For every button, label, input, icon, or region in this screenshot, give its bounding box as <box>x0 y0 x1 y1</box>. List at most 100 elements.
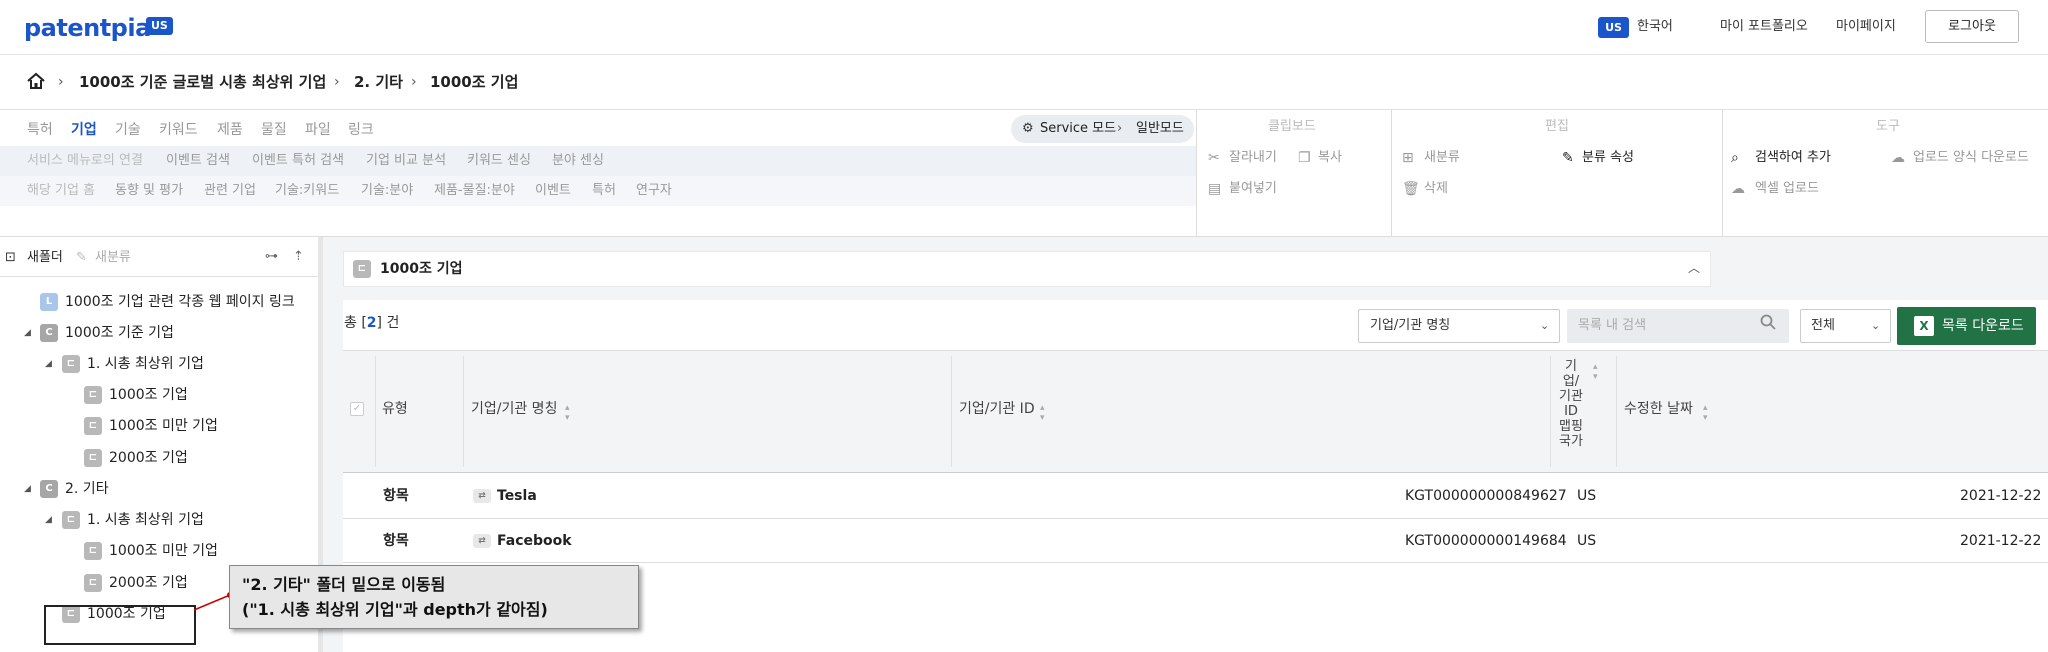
language-link[interactable]: 한국어 <box>1637 17 1673 37</box>
chevron-up-icon[interactable]: ︿ <box>1688 258 1700 278</box>
tree-structure-icon[interactable]: ⊶ <box>265 248 278 266</box>
search-add-button[interactable]: 검색하여 추가 <box>1755 148 1831 168</box>
excel-upload-button[interactable]: 엑셀 업로드 <box>1755 179 1819 199</box>
chevron-right-icon: › <box>411 74 417 90</box>
tree-item-folder[interactable]: ⊏ 1000조 미만 기업 <box>84 539 218 563</box>
cell-name[interactable]: ⇄ Facebook <box>473 531 572 551</box>
column-header-modified[interactable]: 수정한 날짜 <box>1624 400 1693 418</box>
search-icon[interactable] <box>1760 314 1776 334</box>
cell-name-text: Facebook <box>497 533 572 549</box>
tree-item-label: 1. 시총 최상위 기업 <box>87 356 204 372</box>
sort-icon[interactable]: ▴ ▾ <box>1593 362 1598 382</box>
breadcrumb-item[interactable]: 1000조 기준 글로벌 시총 최상위 기업 <box>79 72 326 92</box>
tree-new-class-button[interactable]: 새분류 <box>95 249 131 267</box>
tab-link[interactable]: 링크 <box>348 120 374 140</box>
cut-button[interactable]: 잘라내기 <box>1229 148 1277 168</box>
cell-name[interactable]: ⇄ Tesla <box>473 486 537 506</box>
new-class-icon: ✎ <box>76 250 87 265</box>
sort-icon[interactable]: ▴ ▾ <box>565 403 570 423</box>
new-class-button[interactable]: 새분류 <box>1424 148 1460 168</box>
menu-researcher[interactable]: 연구자 <box>636 181 672 201</box>
table-row[interactable] <box>343 474 2048 519</box>
class-attribute-button[interactable]: 분류 속성 <box>1582 148 1634 168</box>
sort-icon[interactable]: ▴ ▾ <box>1703 403 1708 423</box>
select-all-checkbox[interactable]: ✓ <box>350 402 364 416</box>
tab-material[interactable]: 물질 <box>261 120 287 140</box>
edit-group-title: 편집 <box>1545 119 1569 134</box>
menu-tech-field[interactable]: 기술:분야 <box>361 181 413 201</box>
menu-patent[interactable]: 특허 <box>592 181 616 201</box>
paste-button[interactable]: 붙여넣기 <box>1229 179 1277 199</box>
caret-down-icon[interactable]: ◢ <box>24 477 31 501</box>
menu-related-company[interactable]: 관련 기업 <box>204 181 256 201</box>
collapse-all-icon[interactable]: ⇡ <box>293 248 304 266</box>
folder-badge-icon: ⊏ <box>84 417 102 435</box>
tab-company[interactable]: 기업 <box>71 120 97 140</box>
tree-item-folder[interactable]: ⊏ 1. 시총 최상위 기업 <box>62 352 204 376</box>
menu-keyword-sensing[interactable]: 키워드 센싱 <box>467 151 531 171</box>
tree-item-category[interactable]: C 1000조 기준 기업 <box>40 321 174 345</box>
menu-company-compare[interactable]: 기업 비교 분석 <box>366 151 446 171</box>
menu-trend-eval[interactable]: 동향 및 평가 <box>115 181 183 201</box>
table-header <box>343 350 2048 473</box>
table-row[interactable] <box>343 519 2048 563</box>
new-folder-button[interactable]: 새폴더 <box>27 249 63 267</box>
column-divider <box>1616 356 1617 467</box>
tab-keyword[interactable]: 키워드 <box>159 120 198 140</box>
tree-item-link[interactable]: L 1000조 기업 관련 각종 웹 페이지 링크 <box>40 290 295 314</box>
tab-patent[interactable]: 특허 <box>27 120 53 140</box>
clipboard-group-title: 클립보드 <box>1268 119 1316 134</box>
tree-item-folder[interactable]: ⊏ 1000조 기업 <box>84 383 188 407</box>
menu-service-link[interactable]: 서비스 메뉴로의 연결 <box>27 151 143 171</box>
caret-down-icon[interactable]: ◢ <box>45 508 52 532</box>
tree-item-folder[interactable]: ⊏ 2000조 기업 <box>84 446 188 470</box>
menu-event-search[interactable]: 이벤트 검색 <box>166 151 230 171</box>
menu-tech-keyword[interactable]: 기술:키워드 <box>275 181 339 201</box>
patentpia-logo[interactable]: patentpia <box>24 14 151 42</box>
menu-product-material-field[interactable]: 제품-물질:분야 <box>434 181 515 201</box>
delete-button[interactable]: 삭제 <box>1424 179 1448 199</box>
upload-form-download-button[interactable]: 업로드 양식 다운로드 <box>1913 148 2029 168</box>
caret-down-icon[interactable]: ◢ <box>24 321 31 345</box>
menu-event[interactable]: 이벤트 <box>535 181 571 201</box>
home-icon[interactable] <box>26 71 46 95</box>
search-list-icon: ⌕ <box>1731 150 1739 166</box>
pencil-icon: ✎ <box>1562 150 1574 166</box>
scope-select-value: 전체 <box>1811 318 1835 333</box>
breadcrumb-item-current: 1000조 기업 <box>430 73 519 91</box>
cloud-download-icon: ☁ <box>1891 150 1905 166</box>
caret-down-icon[interactable]: ◢ <box>45 352 52 376</box>
tree-item-folder[interactable]: ⊏ 1. 시총 최상위 기업 <box>62 508 204 532</box>
menu-company-home[interactable]: 해당 기업 홈 <box>27 181 95 201</box>
region-badge: US <box>146 17 173 35</box>
logout-button[interactable]: 로그아웃 <box>1925 10 2019 43</box>
breadcrumb-item[interactable]: 2. 기타 <box>354 72 403 92</box>
copy-button[interactable]: 복사 <box>1318 148 1342 168</box>
tree-item-folder[interactable]: ⊏ 1000조 미만 기업 <box>84 414 218 438</box>
tree-item-category[interactable]: C 2. 기타 <box>40 477 109 501</box>
tree-item-label: 1. 시총 최상위 기업 <box>87 512 204 528</box>
tree-item-folder[interactable]: ⊏ 2000조 기업 <box>84 571 188 595</box>
menu-event-patent-search[interactable]: 이벤트 특허 검색 <box>252 151 344 171</box>
column-header-name[interactable]: 기업/기관 명칭 <box>471 400 557 418</box>
sort-icon[interactable]: ▴ ▾ <box>1040 403 1045 423</box>
menu-field-sensing[interactable]: 분야 센싱 <box>552 151 604 171</box>
tab-file[interactable]: 파일 <box>305 120 331 140</box>
tab-technology[interactable]: 기술 <box>115 120 141 140</box>
tree-item-label: 1000조 기업 <box>109 387 188 403</box>
tab-product[interactable]: 제품 <box>217 120 243 140</box>
column-header-country[interactable]: 기 업/ 기관 ID 맵핑 국가 <box>1556 359 1586 449</box>
list-search-placeholder: 목록 내 검색 <box>1578 318 1647 333</box>
column-header-id[interactable]: 기업/기관 ID <box>959 400 1035 418</box>
my-page-link[interactable]: 마이페이지 <box>1836 17 1896 37</box>
category-badge-icon: C <box>40 324 58 342</box>
trash-icon: 🗑 <box>1402 181 1420 197</box>
my-portfolio-link[interactable]: 마이 포트폴리오 <box>1720 17 1808 37</box>
callout-line-1: "2. 기타" 폴더 밑으로 이동됨 <box>242 575 446 594</box>
folder-badge-icon: ⊏ <box>62 511 80 529</box>
column-header-type[interactable]: 유형 <box>382 400 408 418</box>
cell-country: US <box>1577 533 1597 549</box>
folder-badge-icon: ⊏ <box>353 260 378 278</box>
language-flag-badge[interactable]: US <box>1598 17 1629 38</box>
tree-item-label: 1000조 미만 기업 <box>109 418 218 434</box>
